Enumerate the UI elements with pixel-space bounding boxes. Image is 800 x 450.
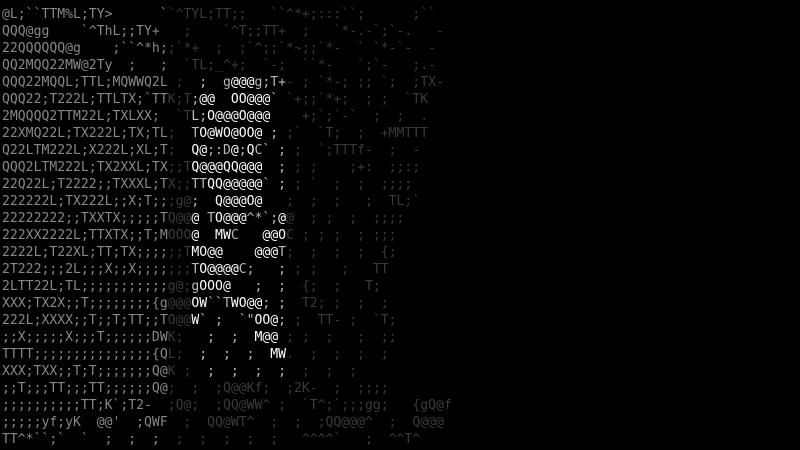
ascii-row: XXX;TX2X;;T;;;;;;;;{g@@@OW``TWO@@; ; T2;… <box>2 296 389 311</box>
ascii-row: QQQ22;T222L;TTLTX;`TTK;T;@@ OO@@@` `+;;`… <box>2 92 429 107</box>
ascii-row: 222L;XXXX;;T;;T;TT;;TO@@W` ; `"OO@; ; TT… <box>2 313 397 328</box>
ascii-row: TT^*``;` ` ; ; ; ; ; ; ; ; ^^^^` ; ^^T^ <box>2 432 421 447</box>
ascii-row: QQQ@gg `^ThL;;TY+ ; `^T;;TT+ ; `*-.-`;`-… <box>2 24 444 39</box>
ascii-row: 22QQQQQQ@g ;``^*h;;`*+ ; ;`^;;`*~;;`*- `… <box>2 41 436 56</box>
ascii-art-canvas: @L;``TTM%L;TY> ``^TYL;TT;; ``^*+;:::``; … <box>0 0 800 450</box>
ascii-row: 22Q22L;T2222;;TXXXL;TX;;TTQQ@@@@@` ; ; `… <box>2 177 413 192</box>
ascii-row: QQ2MQQ22MW@2Ty ; ; `TL;_^+; `-; ``*- `;`… <box>2 58 436 73</box>
ascii-row: ;;T;;;TT;;;TT;;;;;;Q@; ; ;Q@@Kf; ;2K- ; … <box>2 381 389 396</box>
ascii-row: QQQ22MQQL;TTL;MQWWQ2L ; ; g@@@g;T+- ; `*… <box>2 75 444 90</box>
ascii-row: @L;``TTM%L;TY> ``^TYL;TT;; ``^*+;:::``; … <box>2 7 436 22</box>
ascii-row: QQQ2LTM222L;TX2XXL;TX;;TQ@@@QQ@@@ ; ; ; … <box>2 160 421 175</box>
ascii-row: 2222L;T22XL;TT;TX;;;;;;TMO@@ @@@T; ; ; ;… <box>2 245 397 260</box>
ascii-row: 2LTT22L;TL;;;;;;;;;;;g@;gOOO@ ; ; {; ; T… <box>2 279 381 294</box>
ascii-row: ;;X;;;;;X;;;T;;;;;;DWK; ; ; M@@ ; ; ; ; … <box>2 330 397 345</box>
ascii-row: ;;;;;;;;;;TT;K`;T2- ;Q@; ;QQ@WW^ ; `T^;`… <box>2 398 452 413</box>
ascii-row: 2T222;;;2L;;;X;;X;;;;;;;TO@@@@C; ; ; ; ;… <box>2 262 389 277</box>
ascii-row: Q22LTM222L;X222L;XL;T; Q@;:D@;QC` ; ; `;… <box>2 143 421 158</box>
ascii-row: XXX;TXX;;T;T;;;;;;;Q@K ; ; ; ; ; ; ; ; <box>2 364 358 379</box>
ascii-row: 222XX2222L;TTXTX;;T;MOOO@ MWC @@OC ; ; ;… <box>2 228 397 243</box>
ascii-row: 22XMQ22L;TX222L;TX;TL; TO@WO@OO@ ; ;` `T… <box>2 126 429 141</box>
ascii-row: TTTT;;;;;;;;;;;;;;;{QL; ; ; ; MW. ; ; ; … <box>2 347 389 362</box>
ascii-row: 2MQQQQ2TTM22L;TXLXX; `TL;O@@@O@@@ +;`;`-… <box>2 109 429 124</box>
ascii-row: ;;;;;yf;yK @@' ;QWF ; QQ@WT^ ; ; ;QQ@@@^… <box>2 415 444 430</box>
ascii-row: 22222222;;TXXTX;;;;;TQ@@@ TO@@@^*`;@@ ; … <box>2 211 405 226</box>
ascii-row: 222222L;TX222L;;X;T;;;g@; Q@@@O@ ; ; ; ;… <box>2 194 421 209</box>
